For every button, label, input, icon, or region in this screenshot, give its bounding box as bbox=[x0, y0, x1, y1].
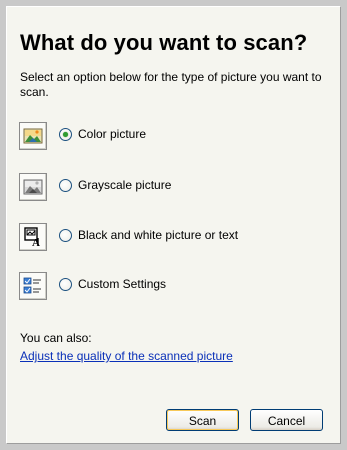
black-white-text-radio[interactable] bbox=[59, 229, 72, 242]
scan-dialog-panel: What do you want to scan? Select an opti… bbox=[6, 6, 341, 444]
dialog-instructions: Select an option below for the type of p… bbox=[20, 70, 322, 99]
option-custom-settings[interactable]: Custom Settings bbox=[19, 272, 329, 302]
scan-button[interactable]: Scan bbox=[166, 409, 239, 431]
option-grayscale-picture[interactable]: Grayscale picture bbox=[19, 173, 329, 203]
option-color-picture[interactable]: Color picture bbox=[19, 122, 329, 152]
grayscale-picture-label[interactable]: Grayscale picture bbox=[78, 178, 171, 193]
radio-selected-dot bbox=[63, 132, 68, 137]
cancel-button[interactable]: Cancel bbox=[250, 409, 323, 431]
also-label: You can also: bbox=[20, 331, 92, 345]
svg-text:A: A bbox=[32, 237, 40, 247]
black-white-text-icon: A bbox=[19, 223, 47, 251]
grayscale-picture-icon bbox=[19, 173, 47, 201]
black-white-text-label[interactable]: Black and white picture or text bbox=[78, 228, 238, 243]
color-picture-radio[interactable] bbox=[59, 128, 72, 141]
custom-settings-radio[interactable] bbox=[59, 278, 72, 291]
color-picture-icon bbox=[19, 122, 47, 150]
grayscale-picture-radio[interactable] bbox=[59, 179, 72, 192]
color-picture-label[interactable]: Color picture bbox=[78, 127, 146, 142]
custom-settings-label[interactable]: Custom Settings bbox=[78, 277, 166, 292]
option-black-white-text[interactable]: A Black and white picture or text bbox=[19, 223, 329, 253]
custom-settings-icon bbox=[19, 272, 47, 300]
adjust-quality-link[interactable]: Adjust the quality of the scanned pictur… bbox=[20, 349, 233, 364]
dialog-title: What do you want to scan? bbox=[20, 30, 308, 55]
window-frame: What do you want to scan? Select an opti… bbox=[0, 0, 347, 450]
